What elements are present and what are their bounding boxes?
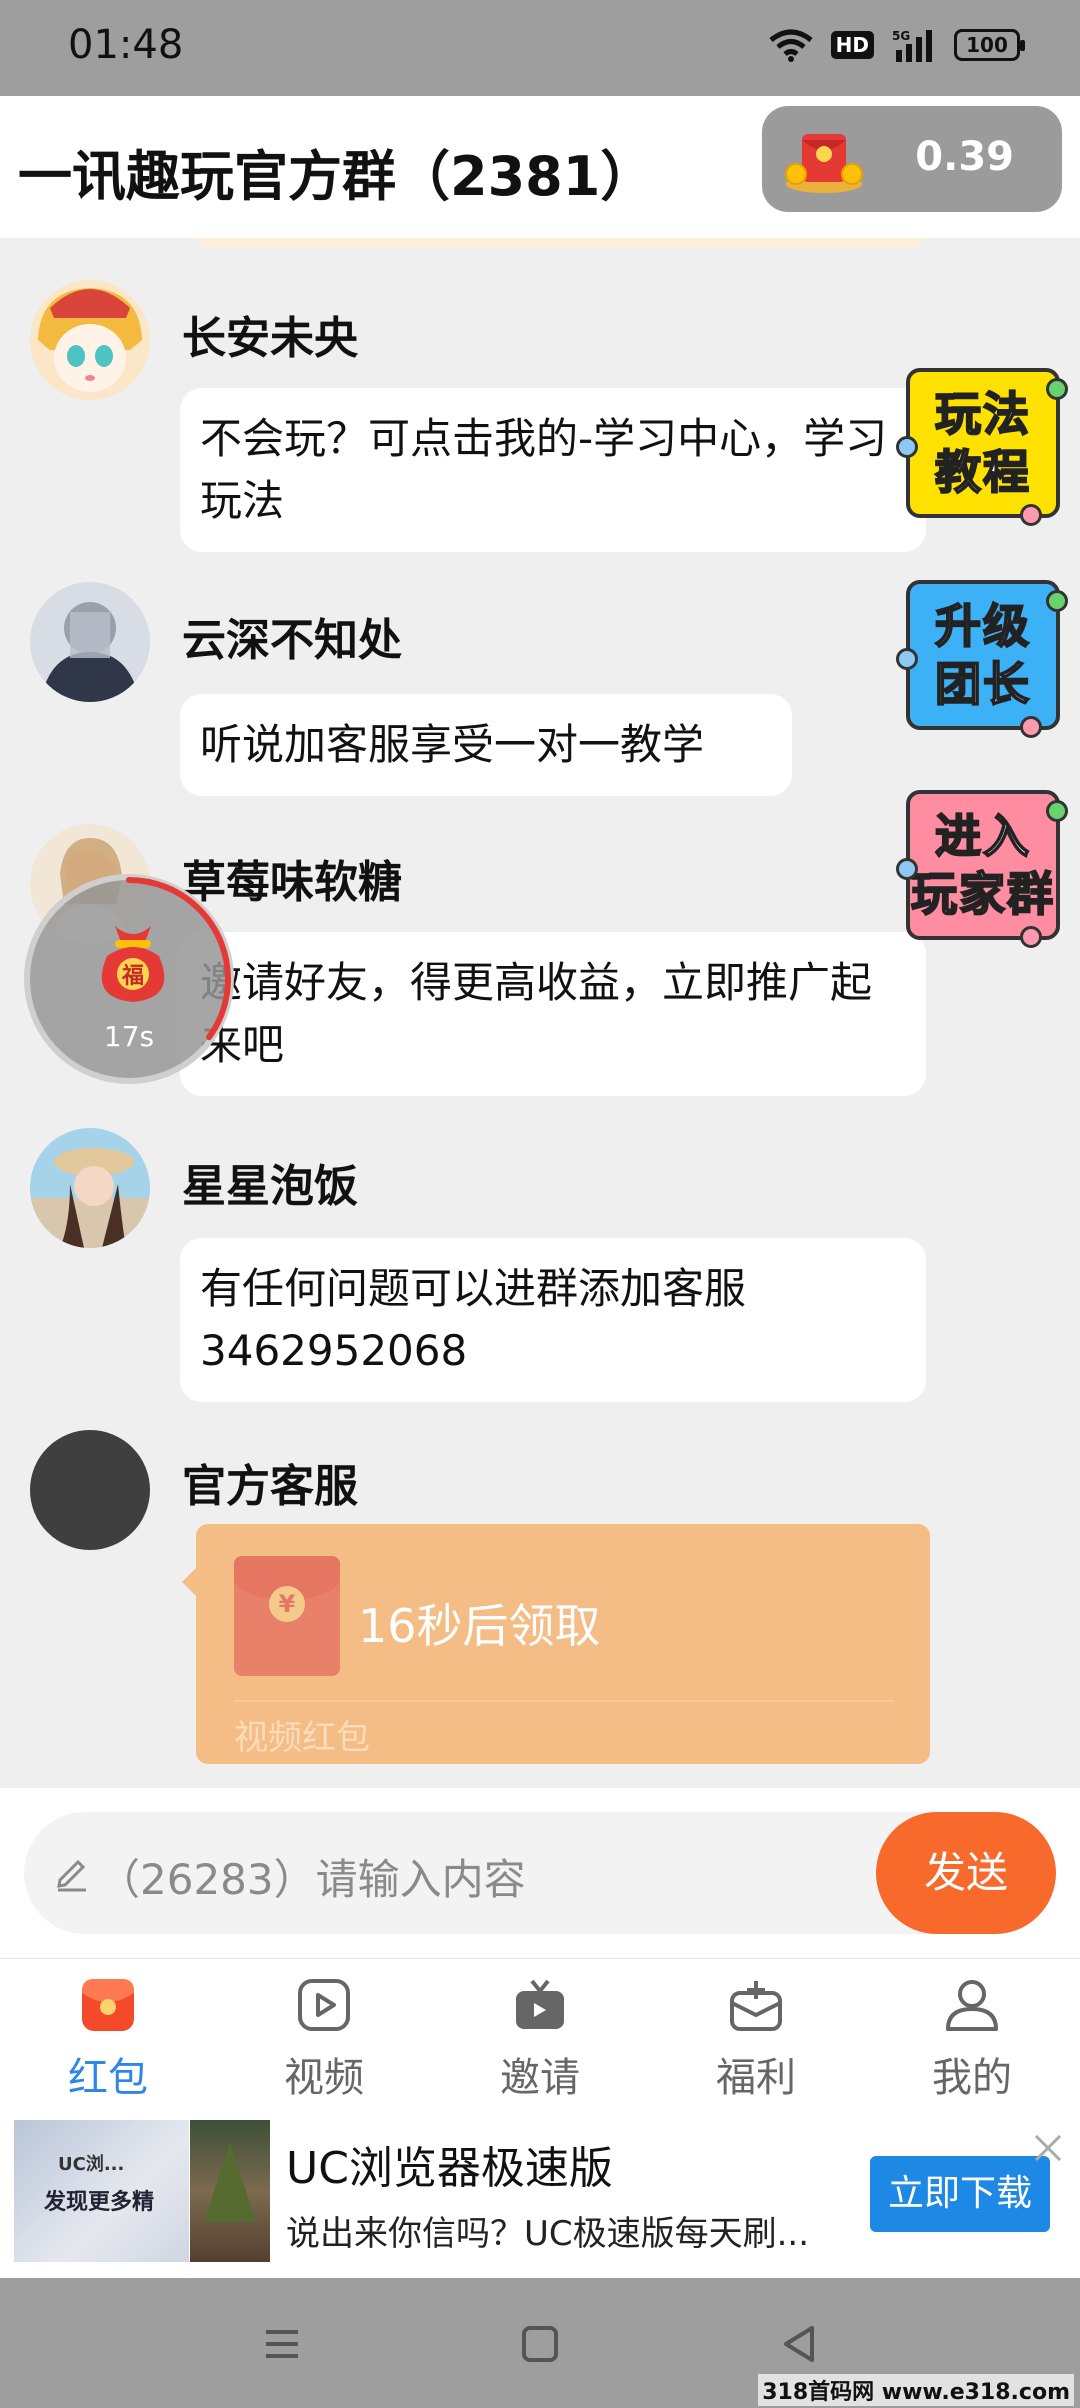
ad-thumb-logo: UC浏... <box>58 2154 125 2175</box>
badge-line: 玩法 <box>934 386 1031 442</box>
tv-icon <box>516 1979 564 2029</box>
join-player-group-badge[interactable]: 进入 玩家群 <box>896 790 1068 948</box>
avatar[interactable] <box>30 1430 150 1550</box>
ad-description: 说出来你信吗？UC极速版每天刷... <box>286 2214 810 2254</box>
hd-badge: HD <box>830 31 874 59</box>
nav-label: 红包 <box>68 2055 148 2101</box>
wifi-icon <box>769 29 813 62</box>
red-envelope-icon: ¥ <box>234 1556 340 1676</box>
red-packet-countdown: 16秒后领取 <box>358 1599 601 1653</box>
timer-countdown: 17s <box>103 1020 155 1053</box>
nav-label: 福利 <box>716 2055 796 2101</box>
signal-icon: 5G <box>892 29 932 62</box>
woman-photo-avatar-icon <box>30 1128 150 1248</box>
message-bubble[interactable]: 有任何问题可以进群添加客服3462952068 <box>180 1238 926 1402</box>
floating-reward-timer[interactable]: 福 17s <box>24 874 234 1084</box>
person-photo-avatar-icon <box>30 582 150 702</box>
ad-thumb-text: 发现更多精 <box>44 2190 155 2215</box>
watermark: 318首码网 www.e318.com <box>758 2374 1074 2406</box>
status-bar: 01:48 HD 5G 100 <box>0 0 1080 96</box>
message-bubble[interactable]: 不会玩？可点击我的-学习中心，学习玩法 <box>180 388 926 552</box>
sender-name: 长安未央 <box>182 313 358 364</box>
status-time: 01:48 <box>68 22 184 68</box>
chat-header: 一讯趣玩官方群（2381） 0.39 <box>0 96 1080 238</box>
badge-line: 团长 <box>934 656 1031 712</box>
red-packet-coins-icon <box>785 134 863 193</box>
pencil-icon <box>57 1859 86 1892</box>
divider <box>234 1700 894 1702</box>
avatar[interactable] <box>30 582 150 702</box>
nav-item-invite[interactable]: 邀请 <box>432 1959 648 2121</box>
user-icon <box>946 1980 998 2031</box>
lucky-bag-icon: 福 <box>101 926 165 1002</box>
input-placeholder: （26283）请输入内容 <box>98 1855 526 1904</box>
red-packet-label: 视频红包 <box>234 1718 370 1758</box>
back-icon[interactable] <box>770 2314 830 2374</box>
avatar[interactable] <box>30 280 150 400</box>
bottom-nav: 红包 视频 邀请 福利 我的 <box>0 1958 1080 2120</box>
badge-line: 玩家群 <box>910 866 1055 922</box>
sender-name: 官方客服 <box>182 1461 358 1512</box>
red-envelope-icon <box>82 1979 134 2031</box>
message-input-bar: （26283）请输入内容 发送 <box>0 1788 1080 1958</box>
nav-item-video[interactable]: 视频 <box>216 1959 432 2121</box>
balance-button[interactable]: 0.39 <box>762 106 1062 212</box>
ad-thumbnail-tree <box>190 2120 270 2262</box>
gift-box-icon <box>730 1981 782 2031</box>
nav-item-welfare[interactable]: 福利 <box>648 1959 864 2121</box>
nav-item-mine[interactable]: 我的 <box>864 1959 1080 2121</box>
ad-thumbnail: UC浏... 发现更多精 <box>14 2120 189 2262</box>
menu-icon[interactable] <box>252 2314 312 2374</box>
badge-line: 升级 <box>934 598 1031 654</box>
group-title: 一讯趣玩官方群（2381） <box>18 145 655 208</box>
video-play-icon <box>298 1979 350 2031</box>
ad-title: UC浏览器极速版 <box>286 2143 613 2194</box>
tutorial-badge[interactable]: 玩法 教程 <box>896 368 1068 526</box>
nav-label: 视频 <box>284 2055 364 2101</box>
video-red-packet-card[interactable]: ¥ 16秒后领取 视频红包 <box>182 1524 930 1764</box>
svg-text:福: 福 <box>121 964 144 989</box>
upgrade-leader-badge[interactable]: 升级 团长 <box>896 580 1068 738</box>
close-icon[interactable] <box>1030 2130 1066 2166</box>
balance-value: 0.39 <box>915 134 1014 180</box>
avatar[interactable] <box>30 1128 150 1248</box>
send-button[interactable]: 发送 <box>876 1812 1056 1934</box>
message-bubble[interactable]: 听说加客服享受一对一教学 <box>180 694 792 796</box>
svg-text:5G: 5G <box>892 29 910 43</box>
badge-line: 教程 <box>934 444 1031 500</box>
nav-label: 我的 <box>932 2055 1012 2101</box>
sender-name: 星星泡饭 <box>182 1161 358 1212</box>
nav-item-red-packet[interactable]: 红包 <box>0 1959 216 2121</box>
ad-download-button[interactable]: 立即下载 <box>870 2156 1050 2232</box>
home-icon[interactable] <box>510 2314 570 2374</box>
status-icons: HD 5G 100 <box>769 28 1025 62</box>
previous-message-edge <box>196 238 926 248</box>
nav-label: 邀请 <box>500 2055 580 2101</box>
badge-line: 进入 <box>934 808 1031 864</box>
battery-icon: 100 <box>954 29 1025 61</box>
ad-banner[interactable]: UC浏... 发现更多精 UC浏览器极速版 说出来你信吗？UC极速版每天刷...… <box>0 2120 1080 2278</box>
system-nav-bar: 318首码网 www.e318.com <box>0 2278 1080 2408</box>
sender-name: 云深不知处 <box>182 615 402 666</box>
message-bubble[interactable]: 邀请好友，得更高收益，立即推广起来吧 <box>180 932 926 1096</box>
anime-girl-avatar-icon <box>30 280 150 400</box>
chat-area[interactable]: 长安未央 不会玩？可点击我的-学习中心，学习玩法 云深不知处 听说加客服享受一对… <box>0 238 1080 1788</box>
